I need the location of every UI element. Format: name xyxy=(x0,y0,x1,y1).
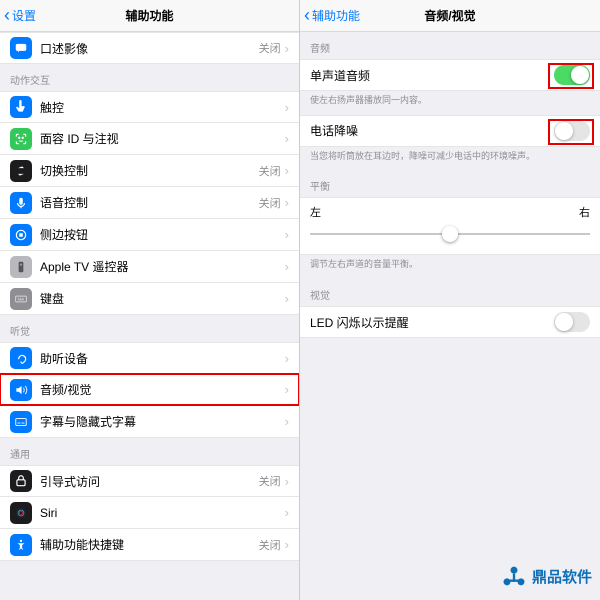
back-label: 辅助功能 xyxy=(312,7,360,24)
row-value: 关闭 xyxy=(259,163,281,179)
row-icon xyxy=(10,347,32,369)
phone-noise-toggle[interactable] xyxy=(554,121,590,141)
chevron-right-icon: › xyxy=(285,259,289,274)
section-balance: 平衡 xyxy=(300,170,600,197)
page-title-left: 辅助功能 xyxy=(0,7,299,24)
section-header: 动作交互 xyxy=(0,64,299,91)
led-flash-toggle[interactable] xyxy=(554,312,590,332)
chevron-right-icon: › xyxy=(285,100,289,115)
row-icon xyxy=(10,470,32,492)
row-icon xyxy=(10,502,32,524)
navbar-right: ‹ 辅助功能 音频/视觉 xyxy=(300,0,600,32)
row-icon xyxy=(10,534,32,556)
chevron-right-icon: › xyxy=(285,505,289,520)
row-icon xyxy=(10,128,32,150)
balance-left-label: 左 xyxy=(310,204,321,220)
mono-audio-toggle[interactable] xyxy=(554,65,590,85)
section-header: 通用 xyxy=(0,438,299,465)
chevron-right-icon: › xyxy=(285,195,289,210)
chevron-right-icon: › xyxy=(285,537,289,552)
row-label: LED 闪烁以示提醒 xyxy=(310,314,554,331)
row-value: 关闭 xyxy=(259,537,281,553)
row-value: 关闭 xyxy=(259,195,281,211)
settings-row[interactable]: 字幕与隐藏式字幕› xyxy=(0,406,299,438)
row-icon xyxy=(10,411,32,433)
chevron-left-icon: ‹ xyxy=(4,5,10,26)
row-icon xyxy=(10,288,32,310)
chevron-right-icon: › xyxy=(285,41,289,56)
row-phone-noise[interactable]: 电话降噪 xyxy=(300,115,600,147)
chevron-right-icon: › xyxy=(285,414,289,429)
chevron-right-icon: › xyxy=(285,382,289,397)
row-icon xyxy=(10,192,32,214)
chevron-right-icon: › xyxy=(285,163,289,178)
watermark: 鼎品软件 xyxy=(500,562,592,590)
settings-row[interactable]: 切换控制关闭 › xyxy=(0,155,299,187)
row-value: 关闭 xyxy=(259,40,281,56)
row-mono-audio[interactable]: 单声道音频 xyxy=(300,59,600,91)
settings-row[interactable]: 侧边按钮› xyxy=(0,219,299,251)
settings-row[interactable]: Siri› xyxy=(0,497,299,529)
balance-slider-container: 左 右 xyxy=(300,197,600,255)
section-audio: 音频 xyxy=(300,32,600,59)
settings-row[interactable]: 辅助功能快捷键关闭 › xyxy=(0,529,299,561)
settings-row[interactable]: 触控› xyxy=(0,91,299,123)
row-label: 电话降噪 xyxy=(310,122,554,139)
noise-footer: 当您将听筒放在耳边时，降噪可减少电话中的环境噪声。 xyxy=(300,147,600,171)
row-label: 键盘 xyxy=(40,290,285,307)
row-icon xyxy=(10,379,32,401)
mono-footer: 使左右扬声器播放同一内容。 xyxy=(300,91,600,115)
chevron-right-icon: › xyxy=(285,351,289,366)
row-label: 引导式访问 xyxy=(40,473,259,490)
settings-row[interactable]: 语音控制关闭 › xyxy=(0,187,299,219)
row-label: 单声道音频 xyxy=(310,67,554,84)
section-visual: 视觉 xyxy=(300,279,600,306)
settings-row[interactable]: 音频/视觉› xyxy=(0,374,299,406)
back-button-settings[interactable]: ‹ 设置 xyxy=(0,5,36,26)
row-icon xyxy=(10,160,32,182)
back-label: 设置 xyxy=(12,7,36,24)
row-label: 助听设备 xyxy=(40,350,285,367)
navbar-left: ‹ 设置 辅助功能 xyxy=(0,0,299,32)
chevron-right-icon: › xyxy=(285,227,289,242)
row-label: 面容 ID 与注视 xyxy=(40,130,285,147)
settings-row[interactable]: 引导式访问关闭 › xyxy=(0,465,299,497)
section-header: 听觉 xyxy=(0,315,299,342)
row-label: 音频/视觉 xyxy=(40,381,285,398)
watermark-logo-icon xyxy=(500,562,528,590)
back-button-accessibility[interactable]: ‹ 辅助功能 xyxy=(300,5,360,26)
row-label: 侧边按钮 xyxy=(40,226,285,243)
settings-row[interactable]: 助听设备› xyxy=(0,342,299,374)
row-label: 切换控制 xyxy=(40,162,259,179)
audio-visual-screen: ‹ 辅助功能 音频/视觉 音频 单声道音频 使左右扬声器播放同一内容。 电话降噪… xyxy=(300,0,600,600)
row-label: 语音控制 xyxy=(40,194,259,211)
accessibility-screen: ‹ 设置 辅助功能 口述影像 关闭 › 动作交互触控›面容 ID 与注视›切换控… xyxy=(0,0,300,600)
row-led-flash[interactable]: LED 闪烁以示提醒 xyxy=(300,306,600,338)
balance-slider[interactable] xyxy=(310,224,590,244)
row-label: 口述影像 xyxy=(40,40,259,57)
row-label: 触控 xyxy=(40,99,285,116)
settings-row[interactable]: 键盘› xyxy=(0,283,299,315)
settings-row[interactable]: 面容 ID 与注视› xyxy=(0,123,299,155)
row-icon xyxy=(10,96,32,118)
row-label: Siri xyxy=(40,506,285,520)
row-label: 字幕与隐藏式字幕 xyxy=(40,413,285,430)
row-label: 辅助功能快捷键 xyxy=(40,536,259,553)
row-icon xyxy=(10,224,32,246)
chevron-right-icon: › xyxy=(285,131,289,146)
row-voiceover-image[interactable]: 口述影像 关闭 › xyxy=(0,32,299,64)
balance-footer: 调节左右声道的音量平衡。 xyxy=(300,255,600,279)
balance-right-label: 右 xyxy=(579,204,590,220)
chat-icon xyxy=(10,37,32,59)
row-value: 关闭 xyxy=(259,473,281,489)
row-label: Apple TV 遥控器 xyxy=(40,258,285,275)
watermark-text: 鼎品软件 xyxy=(532,566,592,587)
chevron-right-icon: › xyxy=(285,474,289,489)
chevron-right-icon: › xyxy=(285,291,289,306)
settings-row[interactable]: Apple TV 遥控器› xyxy=(0,251,299,283)
row-icon xyxy=(10,256,32,278)
chevron-left-icon: ‹ xyxy=(304,5,310,26)
